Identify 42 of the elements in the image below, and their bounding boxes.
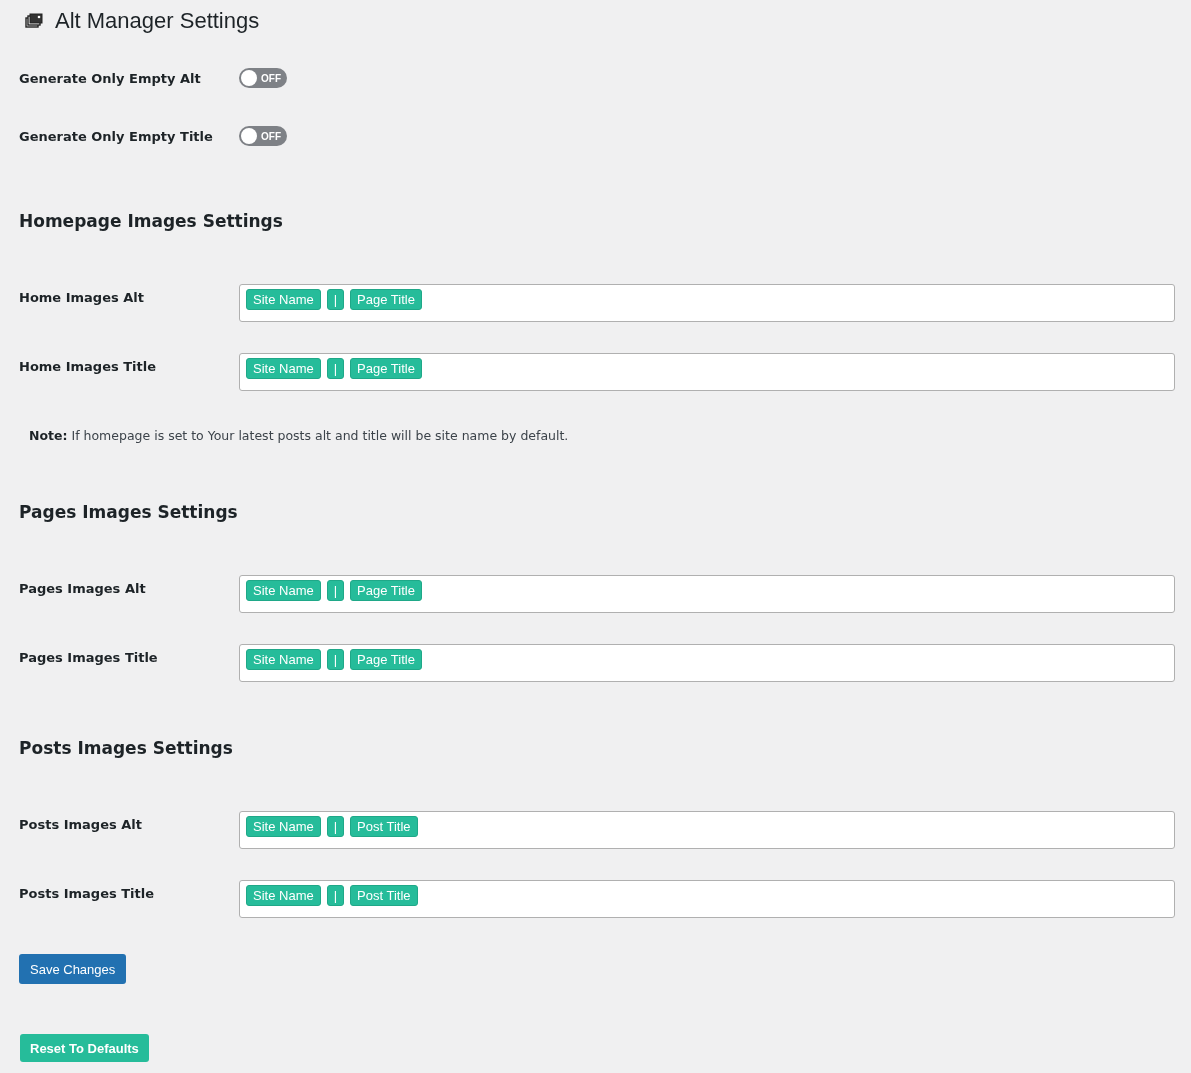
tag-input-field[interactable]: Site Name | Page Title — [239, 644, 1175, 682]
tag-chip[interactable]: Site Name — [246, 648, 321, 670]
section-heading: Pages Images Settings — [19, 501, 239, 524]
tag-chip[interactable]: Post Title — [350, 815, 418, 837]
tag-chip[interactable]: | — [326, 288, 345, 310]
toggle-switch[interactable]: OFF — [239, 68, 287, 88]
tag-input-field[interactable]: Site Name | Page Title — [239, 575, 1175, 613]
toggle-switch[interactable]: OFF — [239, 126, 287, 146]
field-label: Home Images Title — [19, 358, 158, 374]
tag-chip[interactable]: | — [326, 579, 345, 601]
tag-chip[interactable]: Page Title — [350, 288, 422, 310]
tag-chip[interactable]: Post Title — [350, 884, 418, 906]
tag-chip[interactable]: | — [326, 357, 345, 379]
tag-chip[interactable]: | — [326, 884, 345, 906]
tag-chip[interactable]: Site Name — [246, 579, 321, 601]
setting-label: Generate Only Empty Alt — [19, 70, 202, 86]
tag-input-field[interactable]: Site Name | Page Title — [239, 284, 1175, 322]
tag-chip[interactable]: Site Name — [246, 357, 321, 379]
reset-button[interactable]: Reset To Defaults — [20, 1034, 149, 1062]
tag-chip[interactable]: | — [326, 815, 345, 837]
tag-chip[interactable]: | — [326, 648, 345, 670]
note-text: Note: If homepage is set to Your latest posts alt and title will be site name by default. — [29, 427, 570, 445]
tag-input-field[interactable]: Site Name | Page Title — [239, 353, 1175, 391]
tag-chip[interactable]: Page Title — [350, 648, 422, 670]
field-label: Posts Images Alt — [19, 816, 143, 832]
page-title: Alt Manager Settings — [55, 8, 260, 34]
field-label: Pages Images Alt — [19, 580, 147, 596]
tag-input-field[interactable]: Site Name | Post Title — [239, 880, 1175, 918]
setting-label: Generate Only Empty Title — [19, 128, 214, 144]
section-heading: Posts Images Settings — [19, 737, 234, 760]
images-icon — [25, 13, 43, 29]
tag-chip[interactable]: Site Name — [246, 815, 321, 837]
tag-chip[interactable]: Site Name — [246, 884, 321, 906]
tag-chip[interactable]: Page Title — [350, 357, 422, 379]
save-button[interactable]: Save Changes — [19, 954, 127, 984]
tag-chip[interactable]: Page Title — [350, 579, 422, 601]
field-label: Pages Images Title — [19, 649, 159, 665]
field-label: Home Images Alt — [19, 289, 145, 305]
section-heading: Homepage Images Settings — [19, 210, 284, 233]
field-label: Posts Images Title — [19, 885, 156, 901]
tag-input-field[interactable]: Site Name | Post Title — [239, 811, 1175, 849]
tag-chip[interactable]: Site Name — [246, 288, 321, 310]
